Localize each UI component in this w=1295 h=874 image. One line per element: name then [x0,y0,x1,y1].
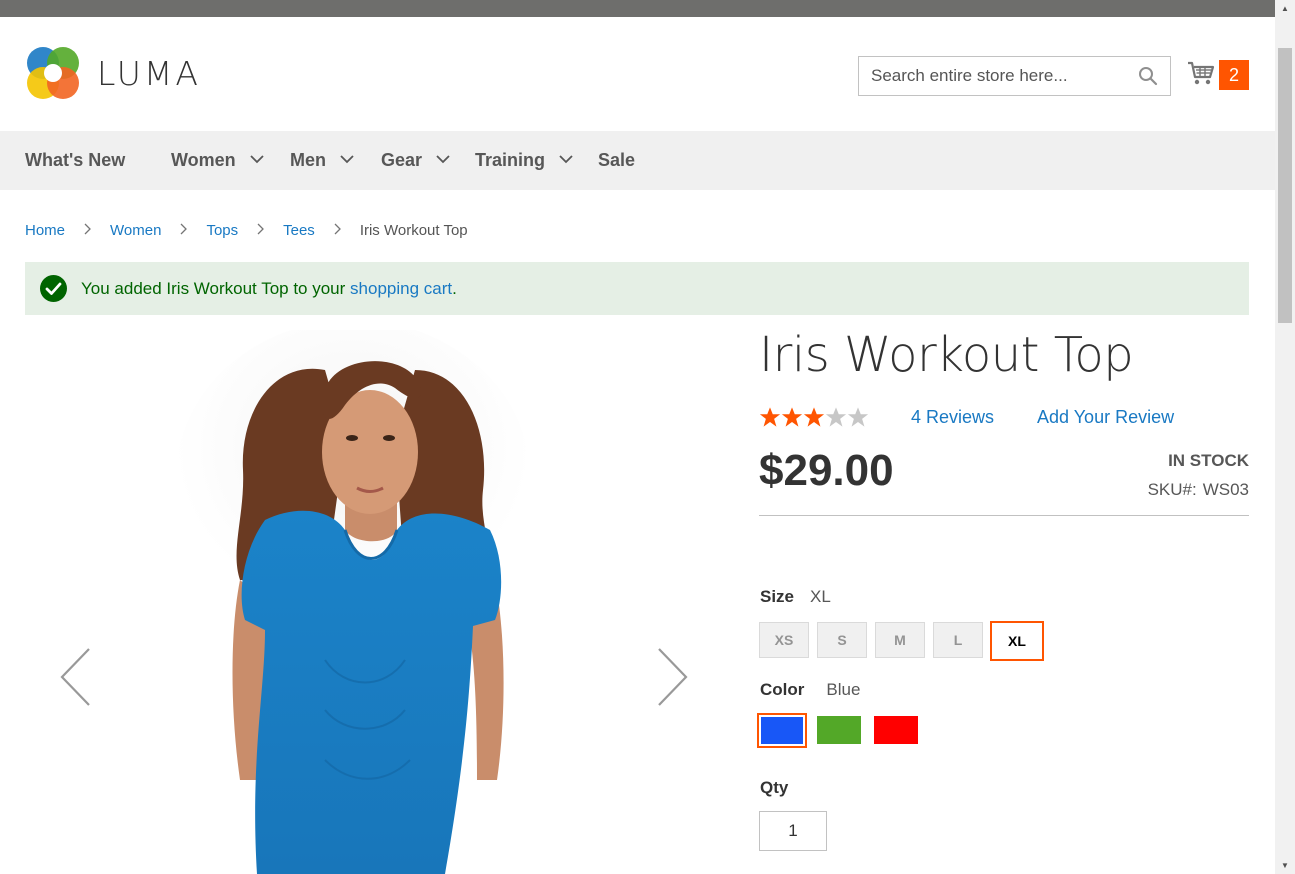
scroll-thumb[interactable] [1278,48,1292,323]
store-logo[interactable]: LUMA [25,44,215,102]
breadcrumb: Home Women Tops Tees Iris Workout Top [25,222,468,242]
product-gallery [25,330,725,874]
search-icon[interactable] [1138,66,1158,86]
stock-status: IN STOCK [1168,451,1249,470]
add-review-link[interactable]: Add Your Review [1037,407,1174,428]
sku-label: SKU#: [1147,480,1197,499]
color-option-label: Color Blue [760,680,860,700]
star-empty-icon [825,407,847,427]
success-check-icon [40,275,67,302]
breadcrumb-tops[interactable]: Tops [206,222,238,239]
product-photo[interactable] [25,330,725,874]
shopping-cart-link[interactable]: shopping cart [350,279,452,298]
nav-item-label: Men [290,150,326,170]
nav-item-whats-new[interactable]: What's New [25,131,125,190]
nav-item-label: Women [171,150,236,170]
logo-text: LUMA [97,53,201,93]
search-input[interactable] [859,57,1129,95]
qty-label: Qty [760,778,789,797]
chevron-down-icon [250,155,264,164]
size-swatch-m[interactable]: M [875,622,925,658]
chevron-right-icon [84,223,91,235]
size-label: Size [760,587,795,606]
sku-value: WS03 [1202,480,1249,499]
product-price: $29.00 [759,446,894,495]
color-swatch-green[interactable] [817,716,861,744]
luma-logo-icon [27,47,79,99]
size-swatch-xl[interactable]: XL [990,621,1044,661]
breadcrumb-current: Iris Workout Top [359,222,468,239]
message-text-after: . [452,278,457,298]
size-option-label: Size XL [760,587,831,607]
chevron-down-icon [559,155,573,164]
minicart[interactable]: 2 [1186,58,1250,92]
chevron-down-icon [436,155,450,164]
breadcrumb-tees[interactable]: Tees [283,222,315,239]
nav-item-label: Sale [598,150,636,170]
qty-input[interactable] [759,811,827,851]
nav-item-label: Training [475,150,546,170]
product-sku: SKU#: WS03 [1148,480,1249,500]
chevron-down-icon [340,155,354,164]
nav-item-sale[interactable]: Sale [598,131,635,190]
star-filled-icon [781,407,803,427]
gallery-prev-arrow-icon[interactable] [58,646,98,708]
nav-item-label: Gear [381,150,423,170]
info-divider [759,515,1249,516]
star-filled-icon [759,407,781,427]
color-swatch-red[interactable] [874,716,918,744]
gallery-next-arrow-icon[interactable] [653,646,693,708]
nav-item-label: What's New [25,150,126,170]
browser-top-bar [0,0,1275,17]
success-message-text: You added Iris Workout Top to your shopp… [81,279,457,299]
chevron-right-icon [334,223,341,235]
search-box[interactable] [858,56,1171,96]
scroll-up-arrow-icon[interactable]: ▲ [1275,0,1295,17]
cart-count-badge[interactable]: 2 [1219,60,1249,90]
star-empty-icon [847,407,869,427]
breadcrumb-home[interactable]: Home [25,222,65,239]
size-swatch-s[interactable]: S [817,622,867,658]
star-filled-icon [803,407,825,427]
color-swatch-blue[interactable] [757,713,807,748]
size-selected-value: XL [810,587,831,606]
chevron-right-icon [180,223,188,235]
message-text-before: You added Iris Workout Top to your [81,278,351,298]
nav-item-training[interactable]: Training [475,131,573,190]
shopping-cart-icon[interactable] [1186,58,1216,88]
main-navigation: What's New Women Men Gear Training Sale [0,131,1275,190]
chevron-right-icon [257,223,265,235]
size-swatch-l[interactable]: L [933,622,983,658]
reviews-link[interactable]: 4 Reviews [911,407,994,428]
nav-item-men[interactable]: Men [290,131,354,190]
breadcrumb-women[interactable]: Women [110,222,161,239]
product-title: Iris Workout Top [759,327,1134,383]
color-label: Color [760,680,805,699]
scroll-down-arrow-icon[interactable]: ▼ [1275,857,1295,874]
color-selected-value: Blue [826,680,861,699]
size-swatch-xs[interactable]: XS [759,622,809,658]
success-message: You added Iris Workout Top to your shopp… [25,262,1249,315]
page-scrollbar[interactable]: ▲ ▼ [1275,0,1295,874]
nav-item-women[interactable]: Women [171,131,264,190]
product-rating [759,406,869,430]
nav-item-gear[interactable]: Gear [381,131,450,190]
